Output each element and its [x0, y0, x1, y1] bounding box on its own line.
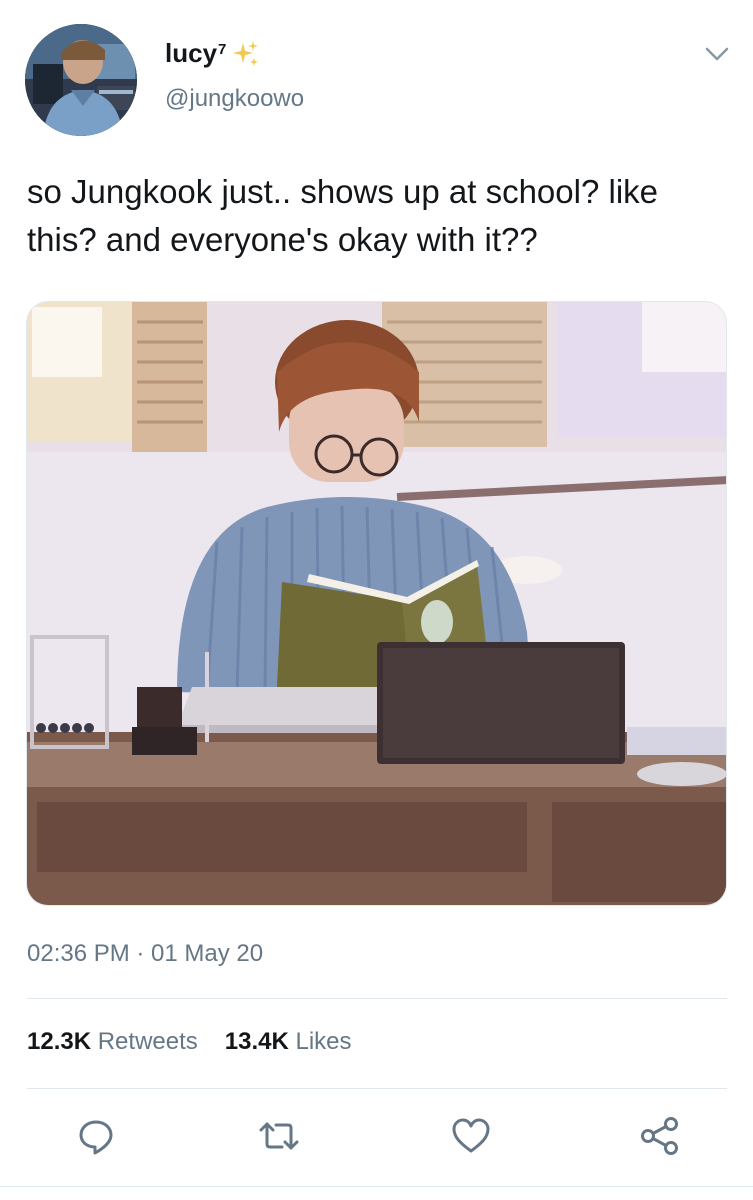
engagement-stats: 12.3K Retweets 13.4K Likes: [27, 1028, 352, 1056]
chevron-down-icon[interactable]: [703, 44, 731, 64]
share-icon: [641, 1117, 678, 1155]
display-name[interactable]: lucy7: [165, 38, 226, 73]
handle[interactable]: @jungkoowo: [165, 85, 304, 113]
retweets-count: 12.3K: [27, 1028, 92, 1055]
reply-button[interactable]: [72, 1112, 120, 1160]
retweet-button[interactable]: [255, 1112, 303, 1160]
tweet-media-image[interactable]: [26, 301, 727, 906]
divider: [0, 1186, 753, 1187]
tweet-text: so Jungkook just.. shows up at school? l…: [27, 173, 659, 258]
like-icon: [452, 1118, 490, 1153]
avatar[interactable]: [25, 24, 137, 136]
avatar-image: [25, 24, 137, 136]
retweets-stat[interactable]: 12.3K Retweets: [27, 1028, 198, 1056]
likes-label: Likes: [295, 1028, 352, 1055]
retweet-icon: [259, 1122, 299, 1150]
likes-count: 13.4K: [224, 1028, 289, 1055]
timestamp[interactable]: 02:36 PM · 01 May 20: [27, 940, 263, 968]
author-name-row[interactable]: lucy7: [165, 38, 260, 73]
action-bar: [0, 1112, 753, 1162]
retweets-label: Retweets: [97, 1028, 198, 1055]
share-button[interactable]: [636, 1112, 684, 1160]
divider: [27, 998, 727, 999]
reply-icon: [79, 1120, 113, 1155]
divider: [27, 1088, 727, 1089]
photo-illustration: [27, 302, 726, 905]
sparkles-icon: [233, 41, 259, 66]
like-button[interactable]: [447, 1112, 495, 1160]
likes-stat[interactable]: 13.4K Likes: [225, 1028, 352, 1056]
name-superscript: 7: [218, 41, 227, 58]
